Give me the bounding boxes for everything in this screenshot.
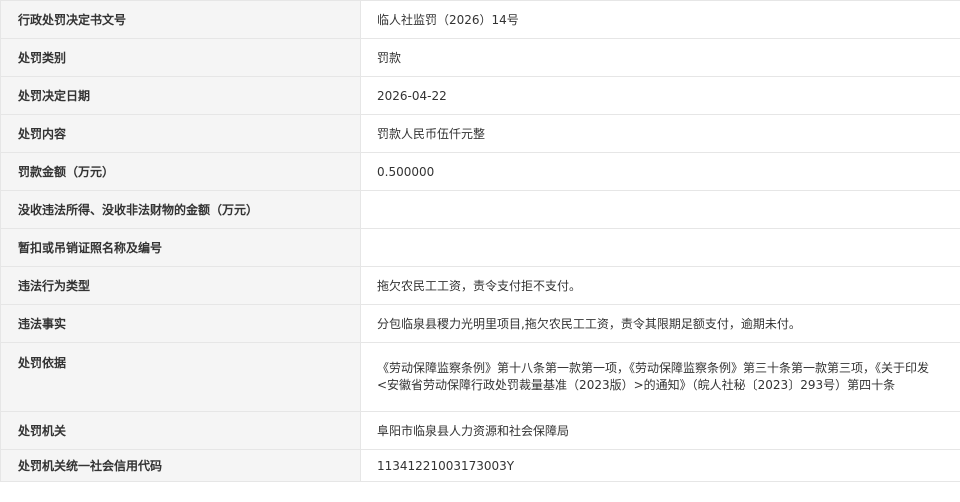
row-label: 处罚类别 <box>0 38 361 77</box>
row-value: 罚款人民币伍仟元整 <box>360 114 960 153</box>
row-label: 违法行为类型 <box>0 266 361 305</box>
row-value: 拖欠农民工工资，责令支付拒不支付。 <box>360 266 960 305</box>
row-value: 罚款 <box>360 38 960 77</box>
row-value: 临人社监罚（2026）14号 <box>360 0 960 39</box>
row-value: 阜阳市临泉县人力资源和社会保障局 <box>360 411 960 450</box>
table-row: 处罚决定日期 2026-04-22 <box>0 76 960 115</box>
row-label: 违法事实 <box>0 304 361 343</box>
table-row: 违法事实 分包临泉县稷力光明里项目,拖欠农民工工资，责令其限期足额支付，逾期未付… <box>0 304 960 343</box>
row-label: 行政处罚决定书文号 <box>0 0 361 39</box>
row-label: 没收违法所得、没收非法财物的金额（万元） <box>0 190 361 229</box>
row-value: 分包临泉县稷力光明里项目,拖欠农民工工资，责令其限期足额支付，逾期未付。 <box>360 304 960 343</box>
table-row: 处罚依据 《劳动保障监察条例》第十八条第一款第一项，《劳动保障监察条例》第三十条… <box>0 342 960 412</box>
row-label: 处罚依据 <box>0 342 361 412</box>
table-row: 处罚机关 阜阳市临泉县人力资源和社会保障局 <box>0 411 960 450</box>
row-label: 处罚机关 <box>0 411 361 450</box>
row-value: 2026-04-22 <box>360 76 960 115</box>
row-label: 罚款金额（万元） <box>0 152 361 191</box>
row-label: 暂扣或吊销证照名称及编号 <box>0 228 361 267</box>
table-row: 处罚类别 罚款 <box>0 38 960 77</box>
table-row: 处罚内容 罚款人民币伍仟元整 <box>0 114 960 153</box>
row-value <box>360 228 960 267</box>
row-value <box>360 190 960 229</box>
table-row: 违法行为类型 拖欠农民工工资，责令支付拒不支付。 <box>0 266 960 305</box>
row-label: 处罚机关统一社会信用代码 <box>0 449 361 482</box>
table-row: 没收违法所得、没收非法财物的金额（万元） <box>0 190 960 229</box>
row-label: 处罚决定日期 <box>0 76 361 115</box>
row-value: 0.500000 <box>360 152 960 191</box>
table-row: 行政处罚决定书文号 临人社监罚（2026）14号 <box>0 0 960 39</box>
penalty-info-table: 行政处罚决定书文号 临人社监罚（2026）14号 处罚类别 罚款 处罚决定日期 … <box>0 0 960 482</box>
row-value: 11341221003173003Y <box>360 449 960 482</box>
table-row: 处罚机关统一社会信用代码 11341221003173003Y <box>0 449 960 482</box>
row-label: 处罚内容 <box>0 114 361 153</box>
table-row: 暂扣或吊销证照名称及编号 <box>0 228 960 267</box>
table-row: 罚款金额（万元） 0.500000 <box>0 152 960 191</box>
row-value: 《劳动保障监察条例》第十八条第一款第一项，《劳动保障监察条例》第三十条第一款第三… <box>360 342 960 412</box>
